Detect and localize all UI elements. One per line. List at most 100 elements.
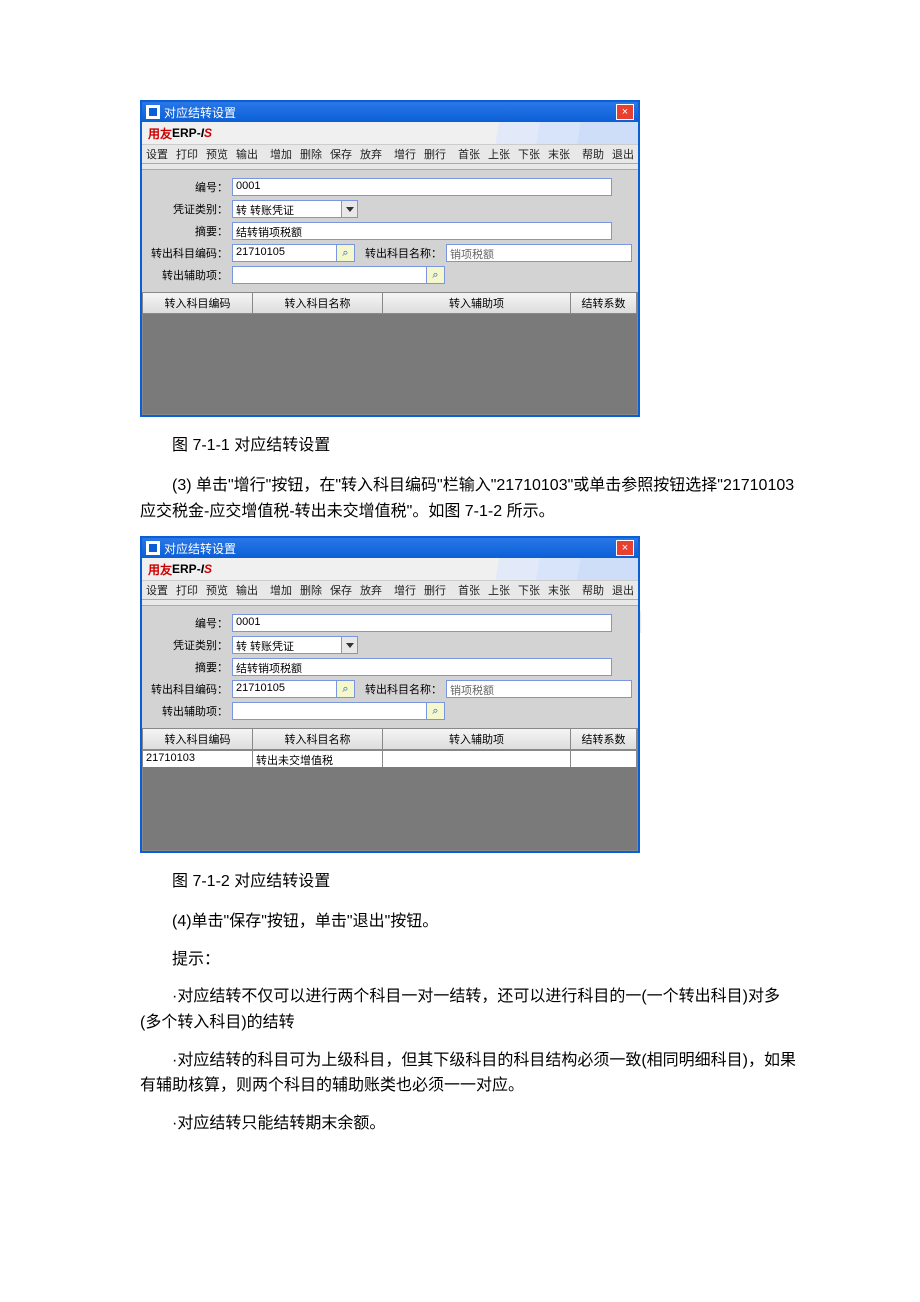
tool-discard[interactable]: 放弃	[356, 582, 386, 598]
tool-exit[interactable]: 退出	[608, 582, 638, 598]
cell-ratio[interactable]	[571, 751, 637, 767]
outcode-input[interactable]: 21710105	[232, 244, 337, 262]
tool-settings[interactable]: 设置	[142, 582, 172, 598]
label-summary: 摘要：	[148, 659, 232, 675]
brand-red: 用友	[148, 125, 172, 142]
tool-exit[interactable]: 退出	[608, 146, 638, 162]
paragraph-4: (4)单击"保存"按钮，单击"退出"按钮。	[140, 909, 800, 935]
tool-prev[interactable]: 上张	[484, 582, 514, 598]
tool-first[interactable]: 首张	[454, 146, 484, 162]
window-title: 对应结转设置	[164, 540, 236, 557]
tool-delrow[interactable]: 删行	[420, 146, 450, 162]
paragraph-5: ·对应结转不仅可以进行两个科目一对一结转，还可以进行科目的一(一个转出科目)对多…	[140, 984, 800, 1035]
brand-red: 用友	[148, 561, 172, 578]
outaux-input[interactable]	[232, 266, 427, 284]
tool-first[interactable]: 首张	[454, 582, 484, 598]
tool-print[interactable]: 打印	[172, 146, 202, 162]
cell-name[interactable]: 转出未交增值税	[253, 751, 383, 767]
tool-print[interactable]: 打印	[172, 582, 202, 598]
label-outaux: 转出辅助项：	[148, 703, 232, 719]
col-in-code: 转入科目编码	[143, 729, 253, 749]
col-in-name: 转入科目名称	[253, 293, 383, 313]
close-icon[interactable]: ×	[616, 540, 634, 556]
table-row[interactable]: 21710103 转出未交增值税	[143, 750, 637, 767]
tool-delrow[interactable]: 删行	[420, 582, 450, 598]
tool-discard[interactable]: 放弃	[356, 146, 386, 162]
dialog-window-2: 对应结转设置 × 用友ERP-IS 设置 打印 预览 输出 增加 删除 保存 放…	[140, 536, 640, 853]
tool-delete[interactable]: 删除	[296, 146, 326, 162]
grid-header: 转入科目编码 转入科目名称 转入辅助项 结转系数	[143, 293, 637, 314]
label-summary: 摘要：	[148, 223, 232, 239]
num-input[interactable]: 0001	[232, 614, 612, 632]
paragraph-tip: 提示：	[140, 947, 800, 973]
grid-header: 转入科目编码 转入科目名称 转入辅助项 结转系数	[143, 729, 637, 750]
col-ratio: 结转系数	[571, 293, 637, 313]
label-num: 编号：	[148, 615, 232, 631]
tool-preview[interactable]: 预览	[202, 582, 232, 598]
chevron-down-icon[interactable]	[342, 200, 358, 218]
tool-next[interactable]: 下张	[514, 582, 544, 598]
grid-body[interactable]: 21710103 转出未交增值税	[143, 750, 637, 850]
search-icon[interactable]	[337, 244, 355, 262]
search-icon[interactable]	[337, 680, 355, 698]
tool-prev[interactable]: 上张	[484, 146, 514, 162]
grid: 转入科目编码 转入科目名称 转入辅助项 结转系数	[142, 292, 638, 415]
grid-body[interactable]	[143, 314, 637, 414]
chevron-down-icon[interactable]	[342, 636, 358, 654]
toolbar: 设置 打印 预览 输出 增加 删除 保存 放弃 增行 删行 首张 上张 下张 末…	[142, 580, 638, 600]
dialog-window-1: 对应结转设置 × 用友ERP-IS 设置 打印 预览 输出 增加 删除 保存 放…	[140, 100, 640, 417]
brand-bar: 用友ERP-IS	[142, 122, 638, 144]
figure-caption-1: 图 7-1-1 对应结转设置	[140, 431, 800, 455]
label-outcode: 转出科目编码：	[148, 681, 232, 697]
search-icon[interactable]	[427, 266, 445, 284]
brand-black: ERP-	[172, 562, 201, 576]
tool-addrow[interactable]: 增行	[390, 582, 420, 598]
tool-next[interactable]: 下张	[514, 146, 544, 162]
tool-settings[interactable]: 设置	[142, 146, 172, 162]
paragraph-3: (3) 单击"增行"按钮，在"转入科目编码"栏输入"21710103"或单击参照…	[140, 473, 800, 524]
outname-field: 销项税额	[446, 244, 632, 262]
tool-output[interactable]: 输出	[232, 582, 262, 598]
tool-last[interactable]: 末张	[544, 146, 574, 162]
vtype-select[interactable]: 转 转账凭证	[232, 200, 342, 218]
outname-field: 销项税额	[446, 680, 632, 698]
cell-aux[interactable]	[383, 751, 571, 767]
app-icon	[146, 541, 160, 555]
cell-code[interactable]: 21710103	[143, 751, 253, 767]
tool-addrow[interactable]: 增行	[390, 146, 420, 162]
label-outname: 转出科目名称：	[365, 681, 442, 697]
col-in-aux: 转入辅助项	[383, 293, 571, 313]
form-area: 编号： 0001 凭证类别： 转 转账凭证 摘要： 结转销项税额 转出科目编码：…	[142, 170, 638, 292]
tool-add[interactable]: 增加	[266, 146, 296, 162]
tool-last[interactable]: 末张	[544, 582, 574, 598]
search-icon[interactable]	[427, 702, 445, 720]
tool-delete[interactable]: 删除	[296, 582, 326, 598]
grid: 转入科目编码 转入科目名称 转入辅助项 结转系数 21710103 转出未交增值…	[142, 728, 638, 851]
window-title: 对应结转设置	[164, 104, 236, 121]
label-num: 编号：	[148, 179, 232, 195]
col-in-name: 转入科目名称	[253, 729, 383, 749]
brand-black: ERP-	[172, 126, 201, 140]
tool-help[interactable]: 帮助	[578, 146, 608, 162]
brand-bar: 用友ERP-IS	[142, 558, 638, 580]
close-icon[interactable]: ×	[616, 104, 634, 120]
label-outcode: 转出科目编码：	[148, 245, 232, 261]
tool-save[interactable]: 保存	[326, 582, 356, 598]
tool-save[interactable]: 保存	[326, 146, 356, 162]
summary-input[interactable]: 结转销项税额	[232, 658, 612, 676]
summary-input[interactable]: 结转销项税额	[232, 222, 612, 240]
outaux-input[interactable]	[232, 702, 427, 720]
tool-help[interactable]: 帮助	[578, 582, 608, 598]
label-outname: 转出科目名称：	[365, 245, 442, 261]
label-vtype: 凭证类别：	[148, 201, 232, 217]
col-in-aux: 转入辅助项	[383, 729, 571, 749]
tool-preview[interactable]: 预览	[202, 146, 232, 162]
vtype-select[interactable]: 转 转账凭证	[232, 636, 342, 654]
col-ratio: 结转系数	[571, 729, 637, 749]
tool-output[interactable]: 输出	[232, 146, 262, 162]
col-in-code: 转入科目编码	[143, 293, 253, 313]
tool-add[interactable]: 增加	[266, 582, 296, 598]
app-icon	[146, 105, 160, 119]
outcode-input[interactable]: 21710105	[232, 680, 337, 698]
num-input[interactable]: 0001	[232, 178, 612, 196]
